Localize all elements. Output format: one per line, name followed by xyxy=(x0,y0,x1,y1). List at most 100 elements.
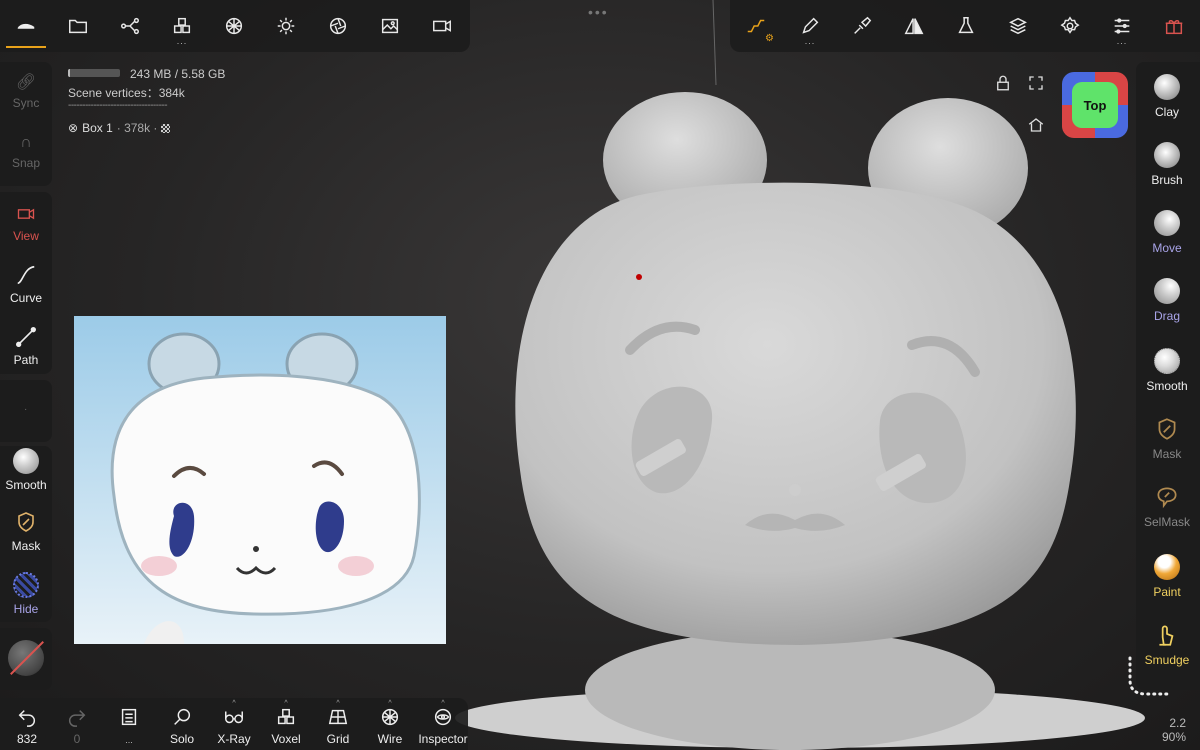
stroke-icon[interactable]: ⚙ xyxy=(736,6,776,46)
video-camera-icon[interactable] xyxy=(422,6,462,46)
mask-shield-icon xyxy=(18,512,34,532)
mask-tool-left[interactable]: Mask xyxy=(0,510,52,553)
checker-icon xyxy=(161,123,171,133)
material-preview-slot[interactable] xyxy=(0,628,52,690)
mask-label-right: Mask xyxy=(1152,447,1182,461)
mask-shield-icon-right xyxy=(1158,418,1176,440)
left-toolbar-group3: Smooth Mask Hide xyxy=(0,446,52,622)
redo-icon xyxy=(69,710,86,727)
inspector-button[interactable]: ^ Inspector xyxy=(416,700,470,746)
symmetry-icon[interactable] xyxy=(894,6,934,46)
hide-tool[interactable]: Hide xyxy=(0,572,52,616)
selmask-tool[interactable]: SelMask xyxy=(1134,484,1200,529)
home-icon[interactable] xyxy=(1027,116,1045,134)
curve-label: Curve xyxy=(9,291,42,305)
paint-tool[interactable]: Paint xyxy=(1134,554,1200,599)
path-label: Path xyxy=(13,353,39,367)
solo-label: Solo xyxy=(169,732,195,746)
paint-ball-icon xyxy=(1154,554,1180,580)
voxel-button[interactable]: ^ Voxel xyxy=(261,700,311,746)
clay-ball-icon xyxy=(1154,74,1180,100)
settings-gear-icon[interactable] xyxy=(1050,6,1090,46)
smooth-label-right: Smooth xyxy=(1146,379,1188,393)
sliders-icon[interactable]: ... xyxy=(1102,6,1142,46)
move-label: Move xyxy=(1152,241,1182,255)
solo-button[interactable]: Solo xyxy=(157,706,207,746)
grid-label: Grid xyxy=(326,732,350,746)
layers-icon[interactable] xyxy=(998,6,1038,46)
smooth-ball-icon-right xyxy=(1154,348,1180,374)
scene-vertices: Scene vertices：384k xyxy=(68,86,185,100)
primitives-icon[interactable]: ... xyxy=(162,6,202,46)
reference-image[interactable] xyxy=(74,316,446,644)
notes-button[interactable]: ... xyxy=(104,706,154,746)
xray-button[interactable]: ^ X-Ray xyxy=(209,700,259,746)
notes-icon xyxy=(121,708,137,726)
view-tool[interactable]: View xyxy=(0,204,52,243)
path-tool[interactable]: Path xyxy=(0,326,52,367)
orientation-gizmo[interactable]: Top xyxy=(1062,72,1128,138)
smooth-tool-left[interactable]: Smooth xyxy=(0,448,52,492)
move-ball-icon xyxy=(1154,210,1180,236)
nomad-logo-icon[interactable] xyxy=(6,6,46,46)
drag-handle-dots[interactable]: ••• xyxy=(588,4,609,20)
hide-label: Hide xyxy=(13,602,39,616)
light-icon[interactable] xyxy=(266,6,306,46)
hide-mesh-icon xyxy=(13,572,39,598)
clay-tool[interactable]: Clay xyxy=(1134,74,1200,119)
left-empty-slot[interactable]: · xyxy=(0,380,52,442)
video-camera-icon xyxy=(17,208,35,220)
snap-label: Snap xyxy=(11,156,41,170)
grid-button[interactable]: ^ Grid xyxy=(313,700,363,746)
flask-icon[interactable] xyxy=(946,6,986,46)
folder-icon[interactable] xyxy=(58,6,98,46)
magnet-icon: ∩ xyxy=(20,134,32,151)
smooth-ball-icon xyxy=(13,448,39,474)
smooth-label-left: Smooth xyxy=(5,478,47,492)
clay-label: Clay xyxy=(1154,105,1179,119)
scene-graph-icon[interactable] xyxy=(110,6,150,46)
memory-bar-fill xyxy=(68,69,71,77)
drag-tool[interactable]: Drag xyxy=(1134,278,1200,323)
brush-tool[interactable]: Brush xyxy=(1134,142,1200,187)
mask-tool-right[interactable]: Mask xyxy=(1134,416,1200,461)
link-icon: 🔗︎ xyxy=(15,74,37,91)
brush-tool-icon[interactable] xyxy=(842,6,882,46)
undo-button[interactable]: 832 xyxy=(2,706,52,746)
notes-dots: ... xyxy=(125,735,133,745)
empty-slot-dot: · xyxy=(24,404,28,415)
undo-count: 832 xyxy=(16,732,38,746)
view-label: View xyxy=(13,229,39,243)
inspector-label: Inspector xyxy=(418,732,468,746)
wire-button[interactable]: ^ Wire xyxy=(365,700,415,746)
left-toolbar-group1: 🔗︎ Sync ∩ Snap xyxy=(0,62,52,186)
grid-caret-icon: ^ xyxy=(336,700,340,707)
image-icon[interactable] xyxy=(370,6,410,46)
gizmo-face[interactable]: Top xyxy=(1072,82,1118,128)
resize-handle-icon[interactable] xyxy=(1124,656,1170,698)
curve-tool[interactable]: Curve xyxy=(0,264,52,305)
top-right-toolbar: ⚙ ... ... xyxy=(730,0,1200,52)
lock-icon[interactable] xyxy=(994,74,1012,92)
fullscreen-icon[interactable] xyxy=(1027,74,1045,92)
material-icon[interactable] xyxy=(214,6,254,46)
sync-tool[interactable]: 🔗︎ Sync xyxy=(0,72,52,110)
glasses-icon xyxy=(225,711,243,724)
paint-label: Paint xyxy=(1153,585,1181,599)
path-icon xyxy=(16,327,36,347)
move-tool[interactable]: Move xyxy=(1134,210,1200,255)
camera-aperture-icon[interactable] xyxy=(318,6,358,46)
voxel-cubes-icon xyxy=(277,708,295,725)
smooth-tool-right[interactable]: Smooth xyxy=(1134,348,1200,393)
redo-button[interactable]: 0 xyxy=(52,706,102,746)
gift-icon[interactable] xyxy=(1154,6,1194,46)
pen-icon[interactable]: ... xyxy=(790,6,830,46)
left-toolbar-group2: View Curve Path xyxy=(0,192,52,374)
snap-tool[interactable]: ∩ Snap xyxy=(0,134,52,170)
selmask-label: SelMask xyxy=(1143,515,1190,529)
voxel-caret-icon: ^ xyxy=(284,700,288,707)
object-row[interactable]: ⊗ Box 1 · 378k · xyxy=(68,121,171,135)
drag-ball-icon xyxy=(1154,278,1180,304)
selmask-icon xyxy=(1157,487,1177,509)
sync-label: Sync xyxy=(12,96,40,110)
